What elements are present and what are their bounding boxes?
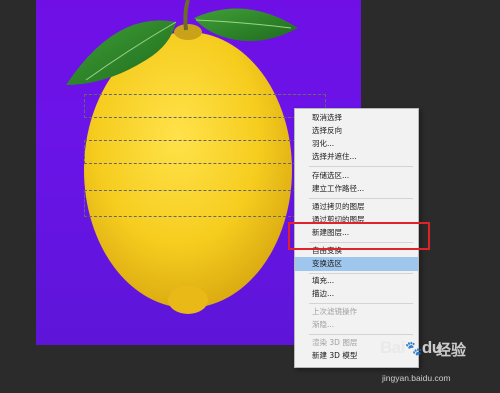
marquee-selection-2[interactable]: [84, 140, 296, 164]
menu-item-last-filter: 上次滤镜操作: [312, 307, 357, 316]
marquee-selection-3[interactable]: [84, 190, 296, 217]
menu-item-deselect[interactable]: 取消选择: [295, 111, 418, 124]
menu-separator: [309, 198, 413, 199]
menu-item-make-work-path[interactable]: 建立工作路径...: [295, 182, 418, 195]
menu-separator: [309, 166, 413, 167]
menu-separator: [309, 303, 413, 304]
watermark-url: jingyan.baidu.com: [382, 373, 451, 383]
menu-item-select-and-mask[interactable]: 选择并遮住...: [295, 150, 418, 163]
annotation-highlight-box: [288, 222, 430, 250]
menu-item-stroke[interactable]: 描边...: [295, 287, 418, 300]
menu-item-inverse[interactable]: 选择反向: [295, 124, 418, 137]
menu-item-save-selection[interactable]: 存储选区...: [295, 169, 418, 182]
menu-item-fade: 渐隐...: [312, 320, 335, 329]
menu-item-transform-selection[interactable]: 变换选区: [295, 257, 418, 271]
baidu-jingyan-watermark: Bai🐾du 经验 jingyan.baidu.com: [380, 338, 498, 392]
menu-item-fill[interactable]: 填充...: [295, 274, 418, 287]
lemon-stem-base: [174, 24, 202, 40]
menu-separator: [309, 334, 413, 335]
watermark-brand: 经验: [436, 341, 467, 359]
marquee-selection-1[interactable]: [84, 94, 326, 118]
menu-item-feather[interactable]: 羽化...: [295, 137, 418, 150]
baidu-logo: Bai🐾du: [380, 338, 442, 357]
menu-item-layer-via-copy[interactable]: 通过拷贝的图层: [295, 200, 418, 213]
